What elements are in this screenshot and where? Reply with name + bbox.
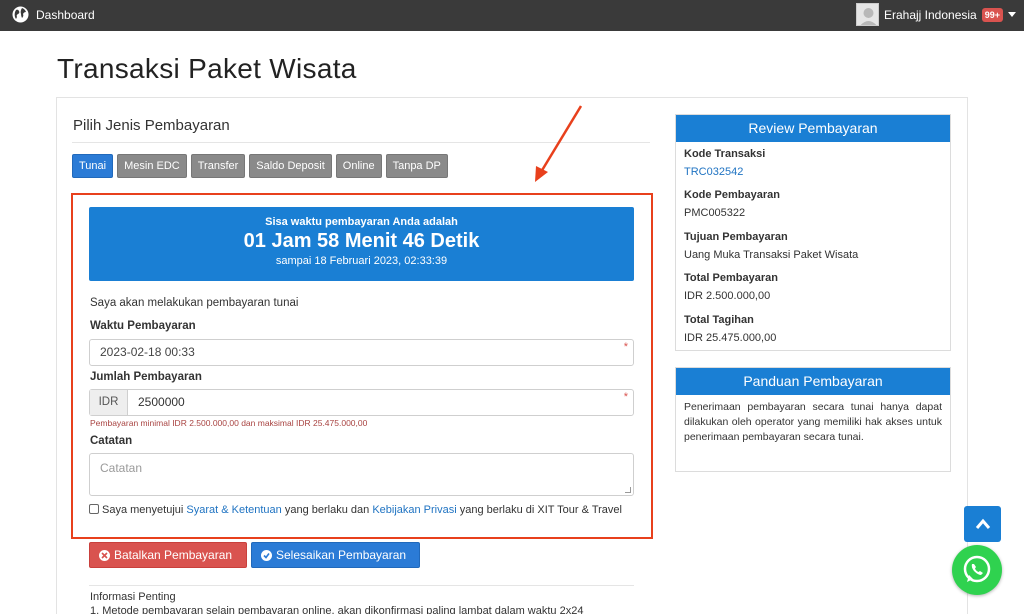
agree-prefix: Saya menyetujui (102, 504, 187, 516)
agree-checkbox[interactable] (89, 504, 99, 514)
finish-payment-label: Selesaikan Pembayaran (276, 548, 407, 562)
user-menu[interactable]: Erahajj Indonesia 99+ (855, 3, 1016, 26)
notification-badge: 99+ (981, 7, 1003, 22)
dashboard-link[interactable]: Dashboard (12, 6, 95, 23)
tujuan-value: Uang Muka Transaksi Paket Wisata (684, 249, 859, 261)
cancel-payment-button[interactable]: Batalkan Pembayaran (89, 542, 247, 568)
notes-placeholder: Catatan (100, 461, 143, 475)
amount-value: 2500000 (138, 395, 185, 409)
time-label: Waktu Pembayaran (90, 320, 196, 332)
total-pembayaran-label: Total Pembayaran (684, 272, 778, 284)
review-title: Review Pembayaran (676, 115, 950, 142)
tujuan-label: Tujuan Pembayaran (684, 231, 788, 243)
guide-title: Panduan Pembayaran (676, 368, 950, 395)
agreement-row: Saya menyetujui Syarat & Ketentuan yang … (89, 503, 634, 518)
kode-transaksi-link[interactable]: TRC032542 (684, 166, 743, 178)
required-mark: * (623, 391, 628, 403)
info-item: 1. Metode pembayaran selain pembayaran o… (90, 605, 584, 614)
total-tagihan-label: Total Tagihan (684, 314, 754, 326)
avatar (855, 3, 879, 26)
timer-countdown: 01 Jam 58 Menit 46 Detik (243, 230, 480, 252)
user-name: Erahajj Indonesia (883, 7, 977, 22)
section-title: Pilih Jenis Pembayaran (73, 117, 230, 134)
tab-saldo-deposit[interactable]: Saldo Deposit (249, 154, 332, 178)
scroll-to-top-button[interactable] (964, 506, 1001, 542)
terms-link[interactable]: Syarat & Ketentuan (186, 504, 281, 516)
tab-tunai[interactable]: Tunai (72, 154, 114, 178)
tab-mesin-edc[interactable]: Mesin EDC (117, 154, 187, 178)
amount-input-group: IDR 2500000 * (89, 389, 634, 416)
agree-middle: yang berlaku dan (281, 504, 373, 516)
kode-pembayaran-value: PMC005322 (684, 207, 746, 219)
whatsapp-button[interactable] (952, 545, 1002, 595)
check-icon (261, 549, 272, 561)
timer-caption: Sisa waktu pembayaran Anda adalah (265, 216, 458, 228)
divider (89, 585, 634, 586)
guide-text: Penerimaan pembayaran secara tunai hanya… (684, 401, 942, 443)
total-pembayaran-value: IDR 2.500.000,00 (684, 290, 771, 302)
chevron-down-icon (1008, 12, 1016, 17)
payment-time-value: 2023-02-18 00:33 (100, 345, 195, 359)
required-mark: * (623, 341, 628, 353)
currency-addon: IDR (90, 390, 128, 415)
kode-transaksi-label: Kode Transaksi (684, 148, 766, 160)
globe-icon (12, 6, 29, 23)
page-title: Transaksi Paket Wisata (57, 53, 357, 84)
finish-payment-button[interactable]: Selesaikan Pembayaran (251, 542, 420, 568)
resize-handle[interactable] (625, 487, 631, 493)
top-navbar: Dashboard Erahajj Indonesia 99+ (0, 0, 1024, 31)
guide-panel: Panduan Pembayaran Penerimaan pembayaran… (675, 367, 951, 472)
privacy-link[interactable]: Kebijakan Privasi (372, 504, 456, 516)
tab-tanpa-dp[interactable]: Tanpa DP (385, 154, 448, 178)
review-panel: Review Pembayaran Kode Transaksi TRC0325… (675, 114, 951, 351)
tab-transfer[interactable]: Transfer (190, 154, 246, 178)
cancel-payment-label: Batalkan Pembayaran (114, 548, 233, 562)
chevron-up-icon (975, 518, 990, 529)
notes-label: Catatan (90, 435, 133, 447)
payment-statement: Saya akan melakukan pembayaran tunai (90, 297, 299, 309)
brand-label: Dashboard (36, 7, 95, 22)
payment-time-field[interactable]: 2023-02-18 00:33 * (89, 339, 634, 366)
tab-online[interactable]: Online (335, 154, 382, 178)
amount-help-text: Pembayaran minimal IDR 2.500.000,00 dan … (90, 418, 368, 428)
timer-deadline: sampai 18 Februari 2023, 02:33:39 (275, 255, 448, 267)
payment-timer: Sisa waktu pembayaran Anda adalah 01 Jam… (89, 207, 634, 281)
whatsapp-icon (963, 555, 991, 583)
amount-field[interactable]: 2500000 * (128, 390, 633, 415)
notes-textarea[interactable]: Catatan (89, 453, 634, 496)
divider (72, 142, 650, 143)
kode-pembayaran-label: Kode Pembayaran (684, 189, 780, 201)
amount-label: Jumlah Pembayaran (90, 371, 202, 383)
agree-suffix: yang berlaku di XIT Tour & Travel (456, 504, 622, 516)
total-tagihan-value: IDR 25.475.000,00 (684, 332, 777, 344)
info-title: Informasi Penting (90, 591, 176, 603)
payment-type-tabs: Tunai Mesin EDC Transfer Saldo Deposit O… (72, 154, 448, 178)
close-icon (99, 549, 110, 561)
